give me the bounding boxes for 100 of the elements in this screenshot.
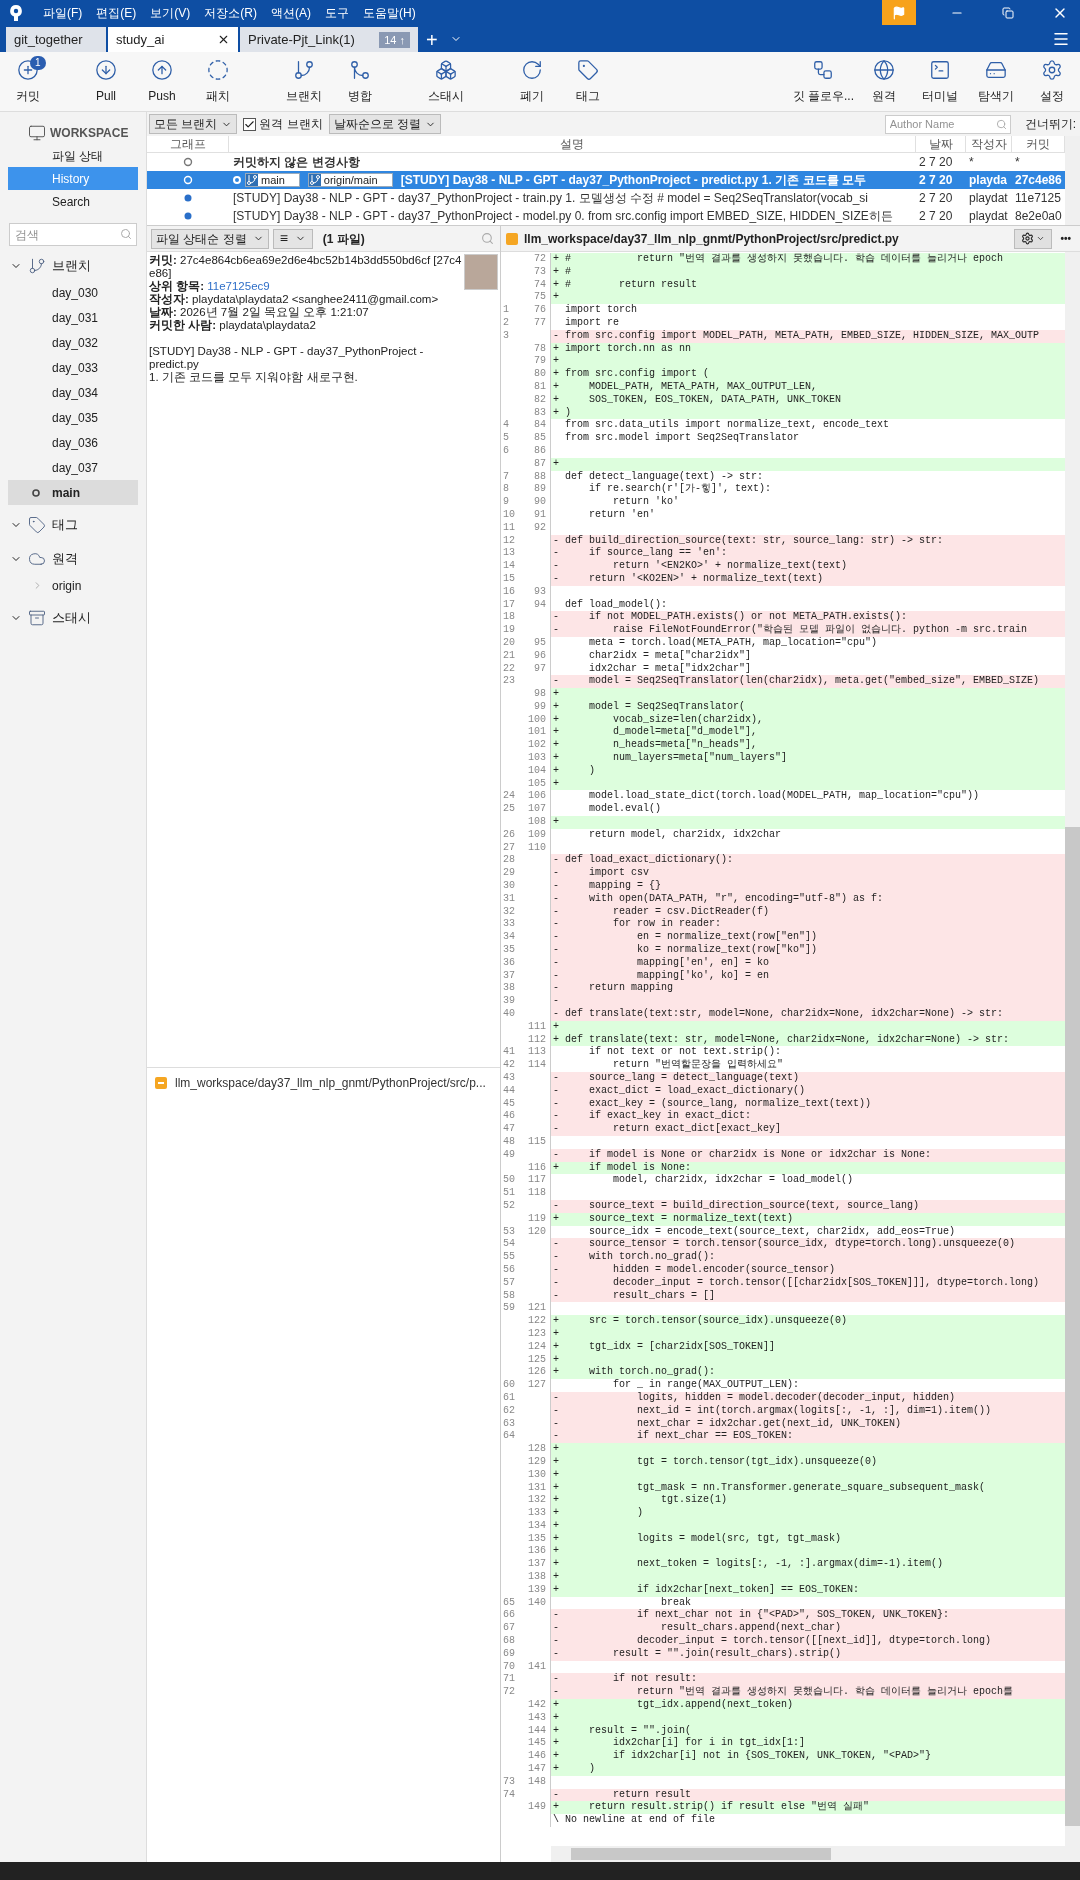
line-number: 119 [528, 1212, 546, 1224]
commit-detail-line: 커밋: 27c4e864cb6ea69e2d6e4bc52b14b3dd550bd6cf [27c4e86] [149, 254, 462, 280]
line-number: 82 [534, 393, 546, 405]
line-number: 135 [528, 1532, 546, 1544]
branch-filter-dropdown[interactable]: 모든 브랜치 [149, 114, 238, 134]
toolbar-button[interactable]: 태그 [560, 53, 616, 110]
line-number: 118 [528, 1187, 546, 1199]
sidebar-nav-item[interactable]: 파일 상태 [8, 144, 138, 167]
menu-item[interactable]: 도움말(H) [363, 3, 416, 22]
toolbar-button[interactable]: 패치 [190, 53, 246, 110]
menu-item[interactable]: 보기(V) [150, 3, 191, 22]
line-number: 103 [528, 752, 546, 764]
line-number: 127 [528, 1379, 546, 1391]
line-number: 91 [534, 508, 546, 520]
branch-item[interactable]: day_032 [8, 330, 138, 355]
commit-row[interactable]: main origin/main [STUDY] Day38 - NLP - GPT - day37_PythonProject - predict.py 1. 기존 코드를 모두 2 7 20 playda 27c4e86 [147, 171, 1065, 189]
line-number: 132 [528, 1494, 546, 1506]
menu-item[interactable]: 저장소(R) [204, 3, 257, 22]
commit-row[interactable]: [STUDY] Day38 - NLP - GPT - day37_PythonProject - train.py 1. 모델생성 수정 # model = Seq2SeqTranslator(vocab_si 2 7 20 playdat 11e7125 [147, 189, 1065, 207]
branch-tag[interactable]: main [245, 173, 300, 187]
line-number: 55 [503, 1251, 515, 1263]
author-search-field[interactable]: Author Name [884, 114, 1011, 134]
sidebar-section[interactable]: 태그 [0, 511, 146, 539]
parent-commit-link[interactable]: 11e7125ec9 [207, 280, 270, 292]
commit-hash: 8e2e0a0 [1014, 208, 1063, 225]
tab-label: study_ai [116, 30, 166, 49]
changed-file-item[interactable]: llm_workspace/day37_llm_nlp_gnmt/PythonProject/src/p... [155, 1074, 492, 1092]
workspace-label: WORKSPACE [50, 125, 129, 142]
checkbox[interactable] [243, 117, 257, 131]
sidebar-section[interactable]: 브랜치 [0, 252, 146, 280]
commit-detail-line: 작성자: playdata\playdata2 <sanghee2411@gmail.com> [149, 293, 440, 306]
restore-icon[interactable] [1002, 6, 1014, 19]
column-header[interactable]: 설명 [229, 136, 916, 152]
line-number: 85 [534, 432, 546, 444]
section-label: 브랜치 [52, 257, 91, 276]
column-header[interactable]: 날짜 [916, 136, 966, 152]
commit-description: [STUDY] Day38 - NLP - GPT - day37_PythonProject - model.py 0. from src.config import EMBED_SIZE, HIDDEN_SIZE히든 [233, 208, 893, 225]
sidebar-section[interactable]: 스태시 [0, 604, 146, 632]
toolbar-button[interactable]: 브랜치 [276, 53, 332, 110]
line-number: 125 [528, 1353, 546, 1365]
column-header[interactable]: 그래프 [147, 136, 229, 152]
branch-item[interactable]: day_035 [8, 405, 138, 430]
branch-item[interactable]: day_036 [8, 430, 138, 455]
line-number: 58 [503, 1289, 515, 1301]
menu-item[interactable]: 편집(E) [96, 3, 137, 22]
graph-node-icon [183, 157, 193, 167]
toolbar-button[interactable]: Push [134, 53, 190, 110]
close-icon[interactable] [217, 33, 230, 46]
branch-tag[interactable]: origin/main [307, 173, 393, 187]
file-sort-dropdown[interactable]: 파일 상태순 정렬 [151, 228, 269, 249]
column-header[interactable]: 작성자 [966, 136, 1012, 152]
menu-item[interactable]: 액션(A) [271, 3, 311, 22]
line-number: 68 [503, 1635, 515, 1647]
toolbar-button[interactable]: 병합 [332, 53, 388, 110]
line-number: 57 [503, 1276, 515, 1288]
toolbar-icon [17, 58, 39, 81]
toolbar-button[interactable]: Pull [78, 53, 134, 110]
toolbar-button[interactable]: 터미널 [912, 53, 968, 110]
line-number: 121 [528, 1302, 546, 1314]
toolbar-button[interactable]: 폐기 [504, 53, 560, 110]
sidebar-nav-item[interactable]: Search [8, 190, 138, 213]
repo-tab[interactable]: git_together [6, 27, 106, 52]
settings-dropdown[interactable] [1014, 228, 1053, 249]
branch-item[interactable]: main [8, 480, 138, 505]
line-number: 15 [503, 572, 515, 584]
commit-row[interactable]: 커밋하지 않은 변경사항 2 7 20 * * [147, 153, 1065, 171]
repo-tab[interactable]: Private-Pjt_Link(1) 14 ↑ [240, 27, 418, 52]
menu-item[interactable]: 파일(F) [43, 3, 83, 22]
line-number: 3 [503, 329, 509, 341]
sort-dropdown[interactable]: 날짜순으로 정렬 [328, 114, 442, 134]
line-number: 31 [503, 892, 515, 904]
branch-item[interactable]: day_037 [8, 455, 138, 480]
repo-tab[interactable]: study_ai [108, 27, 238, 52]
commit-row[interactable]: [STUDY] Day38 - NLP - GPT - day37_PythonProject - model.py 0. from src.config import EMBED_SIZE, HIDDEN_SIZE히든 2 7 20 playdat 8e2e0a0 [147, 207, 1065, 225]
line-number: 114 [528, 1059, 546, 1071]
line-number: 40 [503, 1008, 515, 1019]
line-number: 17 [503, 598, 515, 610]
menu-item[interactable]: 도구 [325, 3, 349, 22]
toolbar-button[interactable]: 설정 [1024, 53, 1080, 110]
line-number: 96 [534, 649, 546, 661]
line-number: 71 [503, 1673, 515, 1685]
more-button[interactable]: ••• [1060, 231, 1071, 246]
branch-item[interactable]: day_030 [8, 280, 138, 305]
menu-icon[interactable] [1052, 30, 1070, 48]
sidebar-section[interactable]: 원격 [0, 545, 146, 573]
line-number: 45 [503, 1097, 515, 1109]
branch-item[interactable]: origin [8, 573, 138, 598]
toolbar-button[interactable]: 깃 플로우... [790, 53, 856, 110]
line-number: 37 [503, 969, 515, 981]
new-tab-button[interactable]: + [420, 27, 444, 52]
branch-item[interactable]: day_034 [8, 380, 138, 405]
search-field[interactable]: 검색 [9, 223, 137, 246]
toolbar-button[interactable]: 탐색기 [968, 53, 1024, 110]
toolbar-button[interactable]: 원격 [856, 53, 912, 110]
branch-item[interactable]: day_031 [8, 305, 138, 330]
view-mode-dropdown[interactable]: ≡ [272, 228, 313, 249]
toolbar-button[interactable]: 스태시 [418, 53, 474, 110]
branch-item[interactable]: day_033 [8, 355, 138, 380]
commit-author: playda [968, 172, 1008, 189]
toolbar-button[interactable]: 커밋 1 [0, 53, 56, 110]
